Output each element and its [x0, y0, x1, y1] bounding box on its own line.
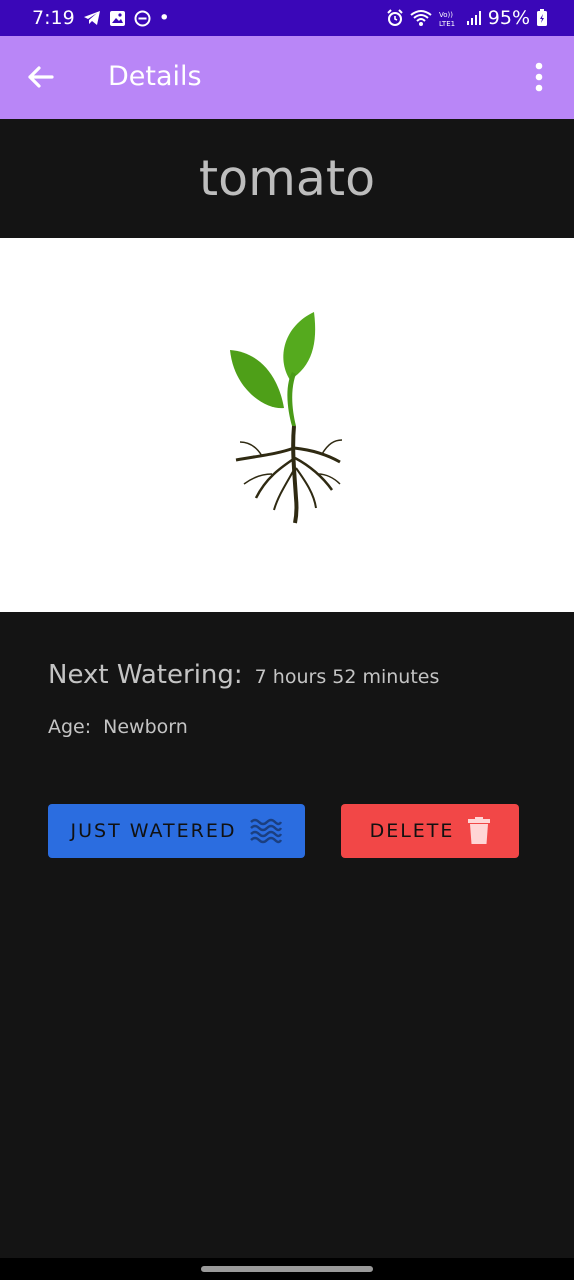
arrow-left-icon	[28, 66, 54, 88]
seedling-image	[230, 312, 343, 524]
signal-icon	[466, 10, 482, 26]
next-watering-row: Next Watering: 7 hours 52 minutes	[48, 660, 439, 690]
age-row: Age: Newborn	[48, 716, 439, 738]
battery-icon	[536, 9, 548, 27]
alarm-icon	[386, 9, 404, 27]
more-vert-icon	[535, 62, 543, 92]
notification-dot: •	[158, 7, 170, 29]
back-button[interactable]	[24, 60, 58, 94]
plant-name: tomato	[198, 150, 376, 207]
app-bar-title: Details	[108, 61, 202, 92]
do-not-disturb-icon	[134, 10, 151, 27]
gallery-icon	[109, 10, 126, 27]
telegram-icon	[83, 10, 101, 26]
delete-label: DELETE	[369, 820, 455, 842]
status-bar: 7:19 • Vo)) LTE1 95%	[0, 0, 574, 36]
age-label: Age:	[48, 716, 92, 738]
status-time: 7:19	[32, 7, 75, 29]
plant-name-header: tomato	[0, 119, 574, 238]
next-watering-value: 7 hours 52 minutes	[254, 666, 440, 688]
status-right: Vo)) LTE1 95%	[386, 7, 548, 29]
volte-icon: Vo)) LTE1	[438, 9, 460, 27]
svg-text:Vo)): Vo))	[439, 11, 453, 19]
plant-image-panel	[0, 238, 574, 612]
status-left: 7:19 •	[32, 7, 170, 29]
water-waves-icon	[250, 818, 283, 844]
app-bar: Details	[0, 36, 574, 119]
just-watered-button[interactable]: JUST WATERED	[48, 804, 305, 858]
just-watered-label: JUST WATERED	[70, 820, 237, 842]
trash-icon	[468, 817, 491, 844]
svg-text:LTE1: LTE1	[439, 20, 455, 27]
next-watering-label: Next Watering:	[48, 660, 243, 690]
age-value: Newborn	[103, 716, 188, 738]
delete-button[interactable]: DELETE	[341, 804, 519, 858]
plant-info: Next Watering: 7 hours 52 minutes Age: N…	[48, 660, 439, 738]
more-options-button[interactable]	[522, 60, 556, 94]
home-gesture-handle[interactable]	[201, 1266, 373, 1272]
wifi-icon	[410, 9, 432, 27]
system-navigation-bar	[0, 1258, 574, 1280]
battery-percent: 95%	[487, 7, 530, 29]
